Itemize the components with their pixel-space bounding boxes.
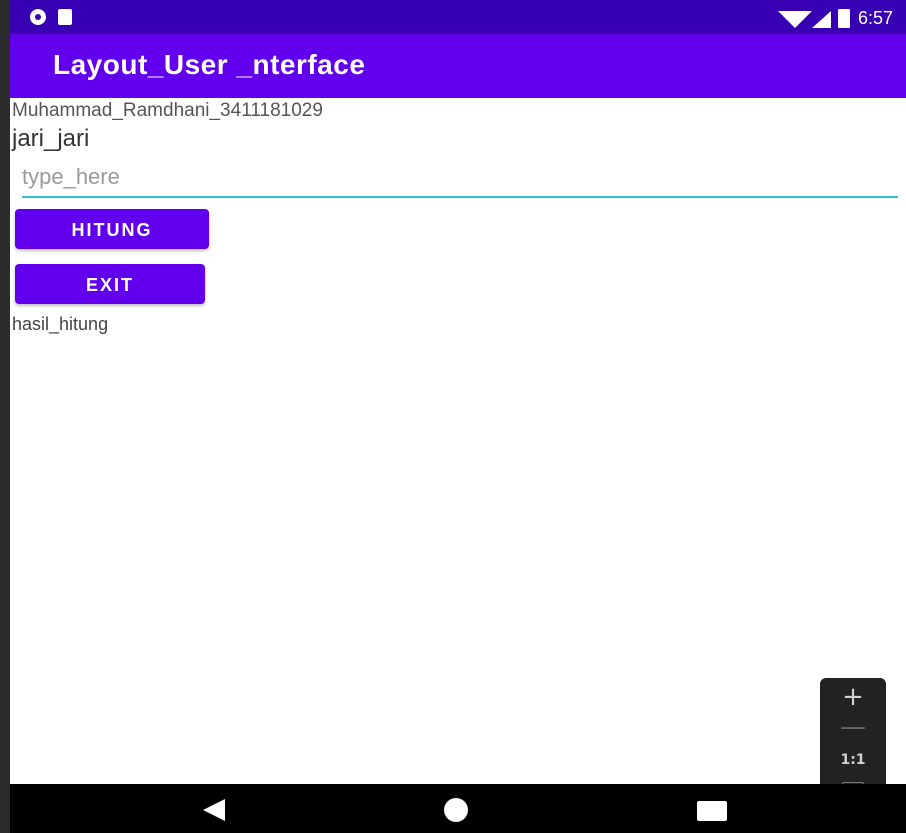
radius-label: jari_jari xyxy=(12,125,90,152)
hitung-button[interactable]: HITUNG xyxy=(15,209,209,249)
app-bar: Layout_User _nterface xyxy=(10,34,906,98)
status-bar: 6:57 xyxy=(10,0,906,34)
zoom-in-button[interactable]: + xyxy=(820,682,886,712)
status-time: 6:57 xyxy=(858,8,894,28)
window-edge xyxy=(0,0,10,833)
name-text: Muhammad_Ramdhani_3411181029 xyxy=(12,100,323,121)
battery-icon xyxy=(838,9,850,28)
home-icon[interactable] xyxy=(444,798,468,822)
recents-icon[interactable] xyxy=(697,801,727,821)
app-title: Layout_User _nterface xyxy=(53,49,366,80)
radius-input[interactable] xyxy=(22,162,898,198)
sd-card-icon xyxy=(58,9,72,25)
result-text: hasil_hitung xyxy=(12,314,109,334)
cell-signal-icon xyxy=(812,11,831,28)
actual-size-button[interactable]: 1:1 xyxy=(820,752,886,768)
record-icon xyxy=(30,9,46,25)
zoom-out-button[interactable]: — xyxy=(820,712,886,742)
navigation-bar xyxy=(10,784,906,833)
back-icon[interactable] xyxy=(203,799,225,821)
wifi-icon xyxy=(778,11,812,28)
main-content: Muhammad_Ramdhani_3411181029 jari_jari H… xyxy=(10,98,906,784)
exit-button[interactable]: EXIT xyxy=(15,264,205,304)
emulator-screen: 6:57 Layout_User _nterface Muhammad_Ramd… xyxy=(0,0,906,833)
